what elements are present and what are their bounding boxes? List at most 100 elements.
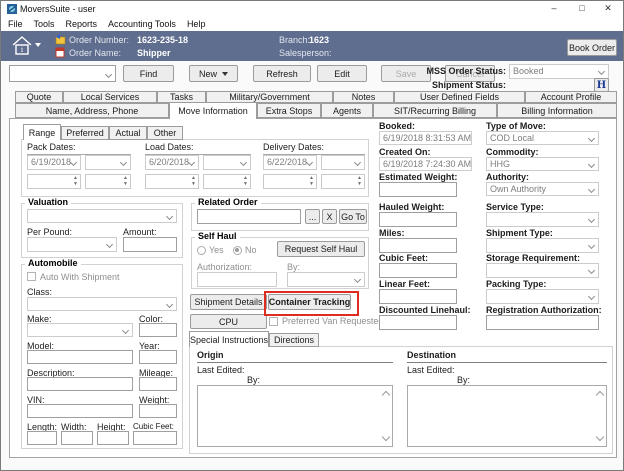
delivery-date-start-select[interactable]: 6/22/2018 <box>263 155 317 170</box>
menu-file[interactable]: File <box>8 19 23 29</box>
scroll-up-icon[interactable] <box>596 391 604 399</box>
menu-help[interactable]: Help <box>187 19 206 29</box>
order-number-value: 1623-235-18 <box>137 35 188 45</box>
length-field[interactable] <box>27 431 57 445</box>
description-field[interactable] <box>27 377 133 391</box>
commodity-select[interactable]: HHG <box>486 157 599 171</box>
go-to-button[interactable]: Go To <box>339 209 367 224</box>
amount-field[interactable] <box>123 237 177 252</box>
origin-instructions-textarea[interactable] <box>197 385 393 447</box>
year-field[interactable] <box>139 350 177 364</box>
load-date-end-select[interactable] <box>203 155 251 170</box>
estimated-weight-field[interactable] <box>379 182 457 197</box>
discounted-linehaul-field[interactable] <box>379 315 457 330</box>
delivery-time-start-spinner[interactable]: ▲▼ <box>263 174 317 189</box>
menu-tools[interactable]: Tools <box>34 19 55 29</box>
edit-button[interactable]: Edit <box>317 65 367 82</box>
cpu-button[interactable]: CPU <box>190 314 267 329</box>
authority-select[interactable]: Own Authority <box>486 182 599 196</box>
delivery-time-end-spinner[interactable]: ▲▼ <box>321 174 365 189</box>
minimize-icon[interactable]: – <box>543 2 565 15</box>
destination-instructions-textarea[interactable] <box>407 385 607 447</box>
make-select[interactable] <box>27 323 133 337</box>
scroll-down-icon[interactable] <box>596 433 604 441</box>
menu-accounting-tools[interactable]: Accounting Tools <box>108 19 176 29</box>
history-button-label: H <box>597 80 606 91</box>
subtab-actual[interactable]: Actual <box>109 126 147 140</box>
class-select[interactable] <box>27 297 177 311</box>
per-pound-select[interactable] <box>27 237 117 252</box>
new-button[interactable]: New <box>189 65 238 82</box>
cubic-feet-field[interactable] <box>133 431 177 445</box>
miles-field[interactable] <box>379 238 457 253</box>
preferred-van-checkbox[interactable] <box>269 317 278 326</box>
tab-notes[interactable]: Notes <box>333 91 394 103</box>
auto-with-shipment-checkbox[interactable] <box>27 272 36 281</box>
tab-quote[interactable]: Quote <box>15 91 63 103</box>
valuation-select[interactable] <box>27 209 177 223</box>
shipment-type-select[interactable] <box>486 238 599 253</box>
shipment-details-button[interactable]: Shipment Details <box>190 294 267 310</box>
tab-name-address-phone[interactable]: Name, Address, Phone <box>15 103 169 118</box>
cubic-feet-right-field[interactable] <box>379 263 457 278</box>
storage-requirement-select[interactable] <box>486 263 599 278</box>
load-time-start-spinner[interactable]: ▲▼ <box>145 174 199 189</box>
pack-date-end-select[interactable] <box>85 155 131 170</box>
container-tracking-button[interactable]: Container Tracking <box>268 294 351 310</box>
tab-move-information[interactable]: Move Information <box>169 102 257 119</box>
tab-extra-stops[interactable]: Extra Stops <box>257 103 321 118</box>
service-type-select[interactable] <box>486 212 599 227</box>
tab-user-defined-fields[interactable]: User Defined Fields <box>394 91 525 103</box>
model-field[interactable] <box>27 350 133 364</box>
weight-field[interactable] <box>139 404 177 418</box>
pack-date-start-select[interactable]: 6/19/2018 <box>27 155 81 170</box>
tab-directions[interactable]: Directions <box>269 333 319 347</box>
menu-reports[interactable]: Reports <box>66 19 98 29</box>
mileage-field[interactable] <box>139 377 177 391</box>
history-button[interactable]: H <box>594 78 609 92</box>
tab-agents[interactable]: Agents <box>321 103 373 118</box>
home-icon[interactable]: i <box>10 35 44 57</box>
booked-label: Booked: <box>379 121 415 131</box>
packing-type-select[interactable] <box>486 289 599 304</box>
request-self-haul-button[interactable]: Request Self Haul <box>277 241 365 257</box>
related-order-browse-button[interactable]: ... <box>305 209 320 224</box>
by-select[interactable] <box>287 272 365 287</box>
self-haul-yes-radio[interactable] <box>197 246 206 255</box>
tab-billing-information[interactable]: Billing Information <box>497 103 617 118</box>
related-order-field[interactable] <box>197 209 301 224</box>
load-date-start-select[interactable]: 6/20/2018 <box>145 155 199 170</box>
vin-field[interactable] <box>27 404 133 418</box>
type-of-move-select[interactable]: COD Local <box>486 131 599 145</box>
color-field[interactable] <box>139 323 177 337</box>
linear-feet-field[interactable] <box>379 289 457 304</box>
subtab-preferred[interactable]: Preferred <box>61 126 109 140</box>
tab-account-profile[interactable]: Account Profile <box>525 91 617 103</box>
width-field[interactable] <box>61 431 93 445</box>
hauled-weight-field[interactable] <box>379 212 457 227</box>
pack-time-end-spinner[interactable]: ▲▼ <box>85 174 131 189</box>
maximize-icon[interactable]: □ <box>571 2 593 15</box>
height-field[interactable] <box>97 431 129 445</box>
tab-special-instructions[interactable]: Special Instructions <box>189 331 269 347</box>
pack-time-start-spinner[interactable]: ▲▼ <box>27 174 81 189</box>
subtab-other[interactable]: Other <box>147 126 183 140</box>
registration-authorization-field[interactable] <box>486 315 599 330</box>
refresh-button[interactable]: Refresh <box>253 65 311 82</box>
chevron-down-icon <box>105 71 112 78</box>
book-order-button[interactable]: Book Order <box>567 39 617 56</box>
subtab-range[interactable]: Range <box>23 124 61 140</box>
tab-local-services[interactable]: Local Services <box>63 91 157 103</box>
find-button[interactable]: Find <box>123 65 174 82</box>
load-time-end-spinner[interactable]: ▲▼ <box>203 174 251 189</box>
self-haul-no-radio[interactable] <box>233 246 242 255</box>
authorization-field[interactable] <box>197 272 277 287</box>
search-combobox[interactable] <box>9 65 116 82</box>
tab-sit-recurring-billing[interactable]: SIT/Recurring Billing <box>373 103 497 118</box>
scroll-up-icon[interactable] <box>382 391 390 399</box>
scroll-down-icon[interactable] <box>382 433 390 441</box>
mss-order-status-select[interactable]: Booked <box>509 64 609 79</box>
delivery-date-end-select[interactable] <box>321 155 365 170</box>
close-icon[interactable]: ✕ <box>597 2 619 15</box>
related-order-clear-button[interactable]: X <box>322 209 337 224</box>
